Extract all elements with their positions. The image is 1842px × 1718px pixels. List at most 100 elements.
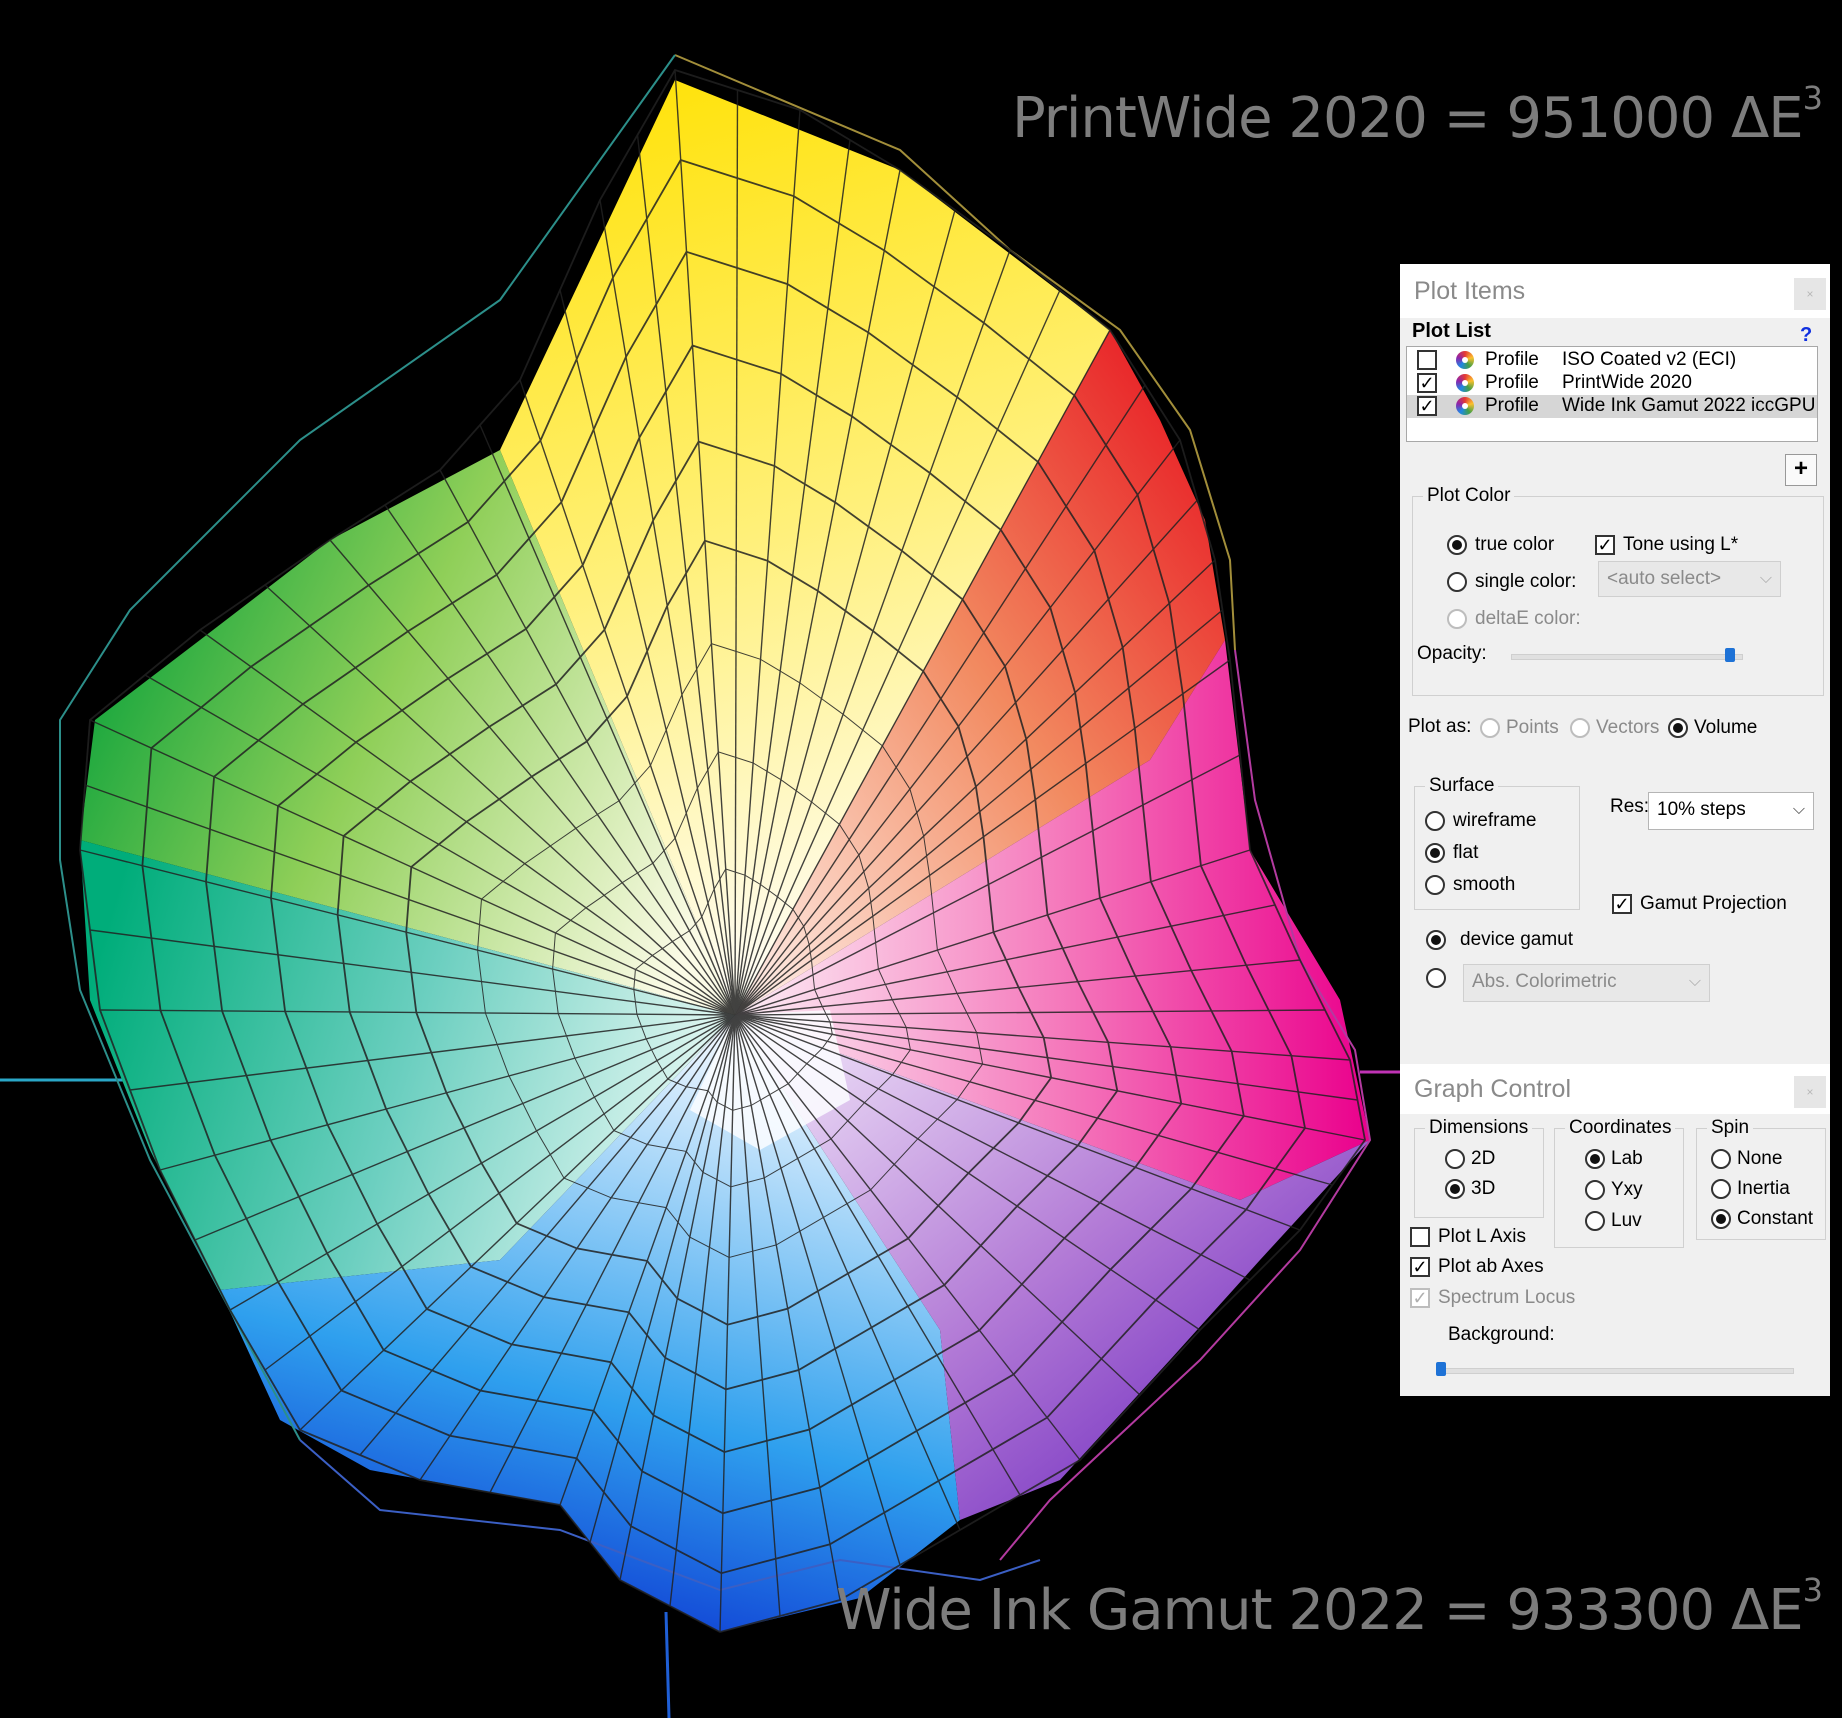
plot-as-points-radio[interactable] [1480, 718, 1500, 738]
tone-using-label: Tone using L* [1623, 534, 1739, 555]
printwide-volume-text: PrintWide 2020 = 951000 ΔE [1012, 86, 1804, 151]
spin-inertia-radio[interactable] [1711, 1179, 1731, 1199]
plot-ab-axes-checkbox[interactable]: ✓ [1410, 1257, 1430, 1277]
surface-group: Surface wireframe flat smooth [1414, 775, 1580, 910]
gamut-projection-checkbox[interactable]: ✓ [1612, 894, 1632, 914]
plot-items-title: Plot Items [1400, 264, 1830, 318]
b-axis-blue [664, 1611, 671, 1718]
list-item[interactable]: Profile ISO Coated v2 (ECI) [1407, 349, 1817, 372]
help-icon[interactable]: ? [1800, 324, 1812, 347]
dimensions-group: Dimensions 2D 3D [1414, 1117, 1544, 1218]
list-item[interactable]: ✓ Profile PrintWide 2020 [1407, 372, 1817, 395]
plot-row-3-checkbox[interactable]: ✓ [1417, 396, 1437, 416]
coordinates-lab-radio[interactable] [1585, 1149, 1605, 1169]
chevron-down-icon: ⌵ [1792, 801, 1805, 818]
background-slider-thumb[interactable] [1436, 1362, 1446, 1376]
spectrum-locus-checkbox: ✓ [1410, 1288, 1430, 1308]
true-color-radio[interactable] [1447, 535, 1467, 555]
wideink-volume-label: Wide Ink Gamut 2022 = 933300 ΔE3 [836, 1571, 1823, 1643]
plot-l-axis-label: Plot L Axis [1438, 1226, 1527, 1247]
single-color-select-value: <auto select> [1607, 568, 1722, 589]
plot-row-1-name: ISO Coated v2 (ECI) [1562, 349, 1737, 370]
plot-as-volume-radio[interactable] [1668, 718, 1688, 738]
plot-row-3-name: Wide Ink Gamut 2022 iccGPU [1562, 395, 1816, 416]
opacity-label: Opacity: [1417, 643, 1487, 664]
plot-items-close-button[interactable]: × [1794, 278, 1826, 310]
surface-smooth-radio[interactable] [1425, 875, 1445, 895]
rendering-intent-radio[interactable] [1426, 968, 1446, 988]
plot-items-panel: Plot Items × Plot List ? Profile ISO Coa… [1400, 264, 1830, 1064]
plot-row-2-name: PrintWide 2020 [1562, 372, 1692, 393]
printwide-volume-label: PrintWide 2020 = 951000 ΔE3 [1012, 79, 1823, 151]
color-wheel-icon [1456, 351, 1474, 369]
single-color-radio[interactable] [1447, 572, 1467, 592]
wideink-volume-exponent: 3 [1802, 1571, 1823, 1610]
opacity-slider-thumb[interactable] [1724, 648, 1735, 662]
list-item[interactable]: ✓ Profile Wide Ink Gamut 2022 iccGPU [1407, 395, 1817, 418]
coordinates-luv-radio[interactable] [1585, 1211, 1605, 1231]
add-plot-button[interactable]: + [1785, 454, 1817, 486]
spin-constant-radio[interactable] [1711, 1209, 1731, 1229]
spin-constant-label: Constant [1737, 1208, 1814, 1229]
surface-smooth-label: smooth [1453, 874, 1516, 895]
opacity-slider-track[interactable] [1511, 654, 1743, 660]
device-gamut-radio[interactable] [1426, 930, 1446, 950]
spin-none-label: None [1737, 1148, 1783, 1169]
surface-wireframe-label: wireframe [1453, 810, 1537, 831]
background-label: Background: [1448, 1324, 1555, 1345]
dimensions-2d-label: 2D [1471, 1148, 1496, 1169]
plot-as-points-label: Points [1506, 717, 1559, 738]
chevron-down-icon: ⌵ [1759, 570, 1772, 587]
plot-list-header: Plot List [1412, 320, 1491, 342]
plot-as-label: Plot as: [1408, 716, 1472, 737]
background-slider-track[interactable] [1436, 1368, 1794, 1374]
spin-group: Spin None Inertia Constant [1696, 1117, 1826, 1240]
surface-flat-radio[interactable] [1425, 843, 1445, 863]
plot-row-1-type: Profile [1485, 349, 1539, 370]
surface-group-label: Surface [1425, 775, 1499, 797]
spin-group-label: Spin [1707, 1117, 1754, 1139]
printwide-volume-exponent: 3 [1802, 79, 1823, 118]
graph-control-panel: Graph Control × Dimensions 2D 3D Coordin… [1400, 1064, 1830, 1396]
res-select-value: 10% steps [1657, 799, 1746, 820]
wideink-volume-text: Wide Ink Gamut 2022 = 933300 ΔE [836, 1578, 1804, 1643]
plot-row-1-checkbox[interactable] [1417, 350, 1437, 370]
single-color-select[interactable]: <auto select> ⌵ [1598, 561, 1781, 597]
chevron-down-icon: ⌵ [1688, 973, 1701, 990]
plot-as-vectors-label: Vectors [1596, 717, 1660, 738]
single-color-label: single color: [1475, 571, 1577, 592]
plot-as-vectors-radio[interactable] [1570, 718, 1590, 738]
device-gamut-label: device gamut [1460, 929, 1574, 950]
plot-color-group-label: Plot Color [1423, 485, 1515, 507]
color-wheel-icon [1456, 374, 1474, 392]
plot-l-axis-checkbox[interactable] [1410, 1227, 1430, 1247]
true-color-label: true color [1475, 534, 1555, 555]
tone-using-checkbox[interactable]: ✓ [1595, 535, 1615, 555]
plot-list[interactable]: Profile ISO Coated v2 (ECI) ✓ Profile Pr… [1406, 346, 1818, 442]
plot-row-2-checkbox[interactable]: ✓ [1417, 373, 1437, 393]
dimensions-group-label: Dimensions [1425, 1117, 1533, 1139]
dimensions-3d-label: 3D [1471, 1178, 1496, 1199]
coordinates-luv-label: Luv [1611, 1210, 1642, 1231]
surface-wireframe-radio[interactable] [1425, 811, 1445, 831]
plot-row-2-type: Profile [1485, 372, 1539, 393]
coordinates-yxy-label: Yxy [1611, 1179, 1643, 1200]
plot-ab-axes-label: Plot ab Axes [1438, 1256, 1544, 1277]
graph-control-close-button[interactable]: × [1794, 1076, 1826, 1108]
res-select[interactable]: 10% steps ⌵ [1648, 792, 1814, 830]
plot-row-3-type: Profile [1485, 395, 1539, 416]
deltae-color-label: deltaE color: [1475, 608, 1581, 629]
coordinates-group: Coordinates Lab Yxy Luv [1554, 1117, 1684, 1248]
plot-color-group: Plot Color true color ✓ Tone using L* si… [1412, 485, 1824, 696]
res-label: Res: [1610, 796, 1650, 817]
spin-inertia-label: Inertia [1737, 1178, 1790, 1199]
gamut-projection-label: Gamut Projection [1640, 893, 1787, 914]
coordinates-yxy-radio[interactable] [1585, 1180, 1605, 1200]
rendering-intent-select[interactable]: Abs. Colorimetric ⌵ [1463, 964, 1710, 1002]
spin-none-radio[interactable] [1711, 1149, 1731, 1169]
add-plot-label: + [1793, 455, 1808, 482]
dimensions-2d-radio[interactable] [1445, 1149, 1465, 1169]
rendering-intent-value: Abs. Colorimetric [1472, 971, 1617, 992]
dimensions-3d-radio[interactable] [1445, 1179, 1465, 1199]
graph-control-title: Graph Control [1400, 1064, 1830, 1114]
